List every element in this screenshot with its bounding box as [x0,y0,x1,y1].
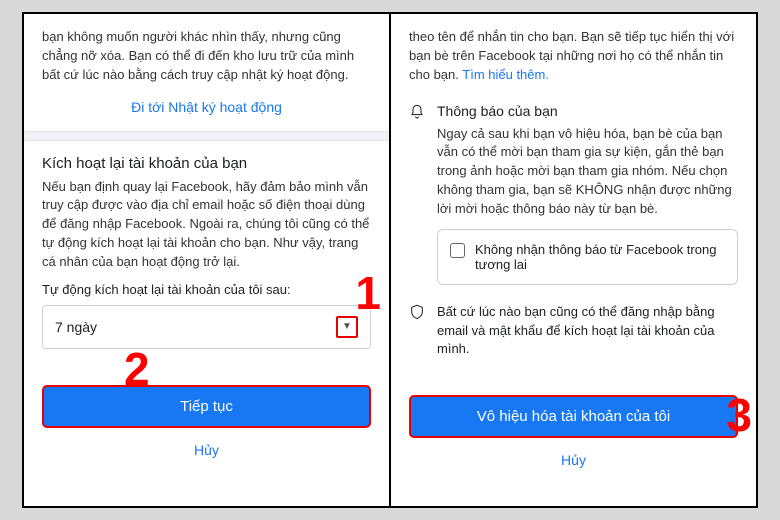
shield-reactivate-text: Bất cứ lúc nào bạn cũng có thể đăng nhập… [437,303,738,360]
checkbox-icon[interactable] [450,243,465,258]
reactivate-title: Kích hoạt lại tài khoản của bạn [42,155,371,172]
opt-out-checkbox-card[interactable]: Không nhận thông báo từ Facebook trong t… [437,229,738,285]
deactivate-button[interactable]: Vô hiệu hóa tài khoản của tôi [409,395,738,438]
auto-reactivate-label: Tự động kích hoạt lại tài khoản của tôi … [42,282,371,297]
auto-reactivate-select[interactable]: 7 ngày ▼ [42,305,371,349]
cancel-link-right[interactable]: Hủy [409,446,738,474]
learn-more-link[interactable]: Tìm hiểu thêm. [462,67,549,82]
section-divider [24,131,389,141]
notifications-title: Thông báo của bạn [437,103,738,119]
left-pane: bạn không muốn người khác nhìn thấy, như… [24,14,389,506]
bell-icon [409,103,427,219]
select-value: 7 ngày [55,319,97,335]
continue-button[interactable]: Tiếp tục [42,385,371,428]
messenger-intro-text: theo tên để nhắn tin cho bạn. Bạn sẽ tiế… [409,28,738,85]
chevron-down-icon[interactable]: ▼ [336,316,358,338]
activity-log-link[interactable]: Đi tới Nhật ký hoạt động [42,85,371,131]
shield-icon [409,303,427,360]
reactivate-body-text: Nếu bạn định quay lại Facebook, hãy đảm … [42,178,371,272]
archive-intro-text: bạn không muốn người khác nhìn thấy, như… [42,28,371,85]
right-pane: theo tên để nhắn tin cho bạn. Bạn sẽ tiế… [391,14,756,506]
notifications-body-text: Ngay cả sau khi bạn vô hiệu hóa, bạn bè … [437,125,738,219]
opt-out-label: Không nhận thông báo từ Facebook trong t… [475,242,725,272]
cancel-link-left[interactable]: Hủy [42,436,371,464]
